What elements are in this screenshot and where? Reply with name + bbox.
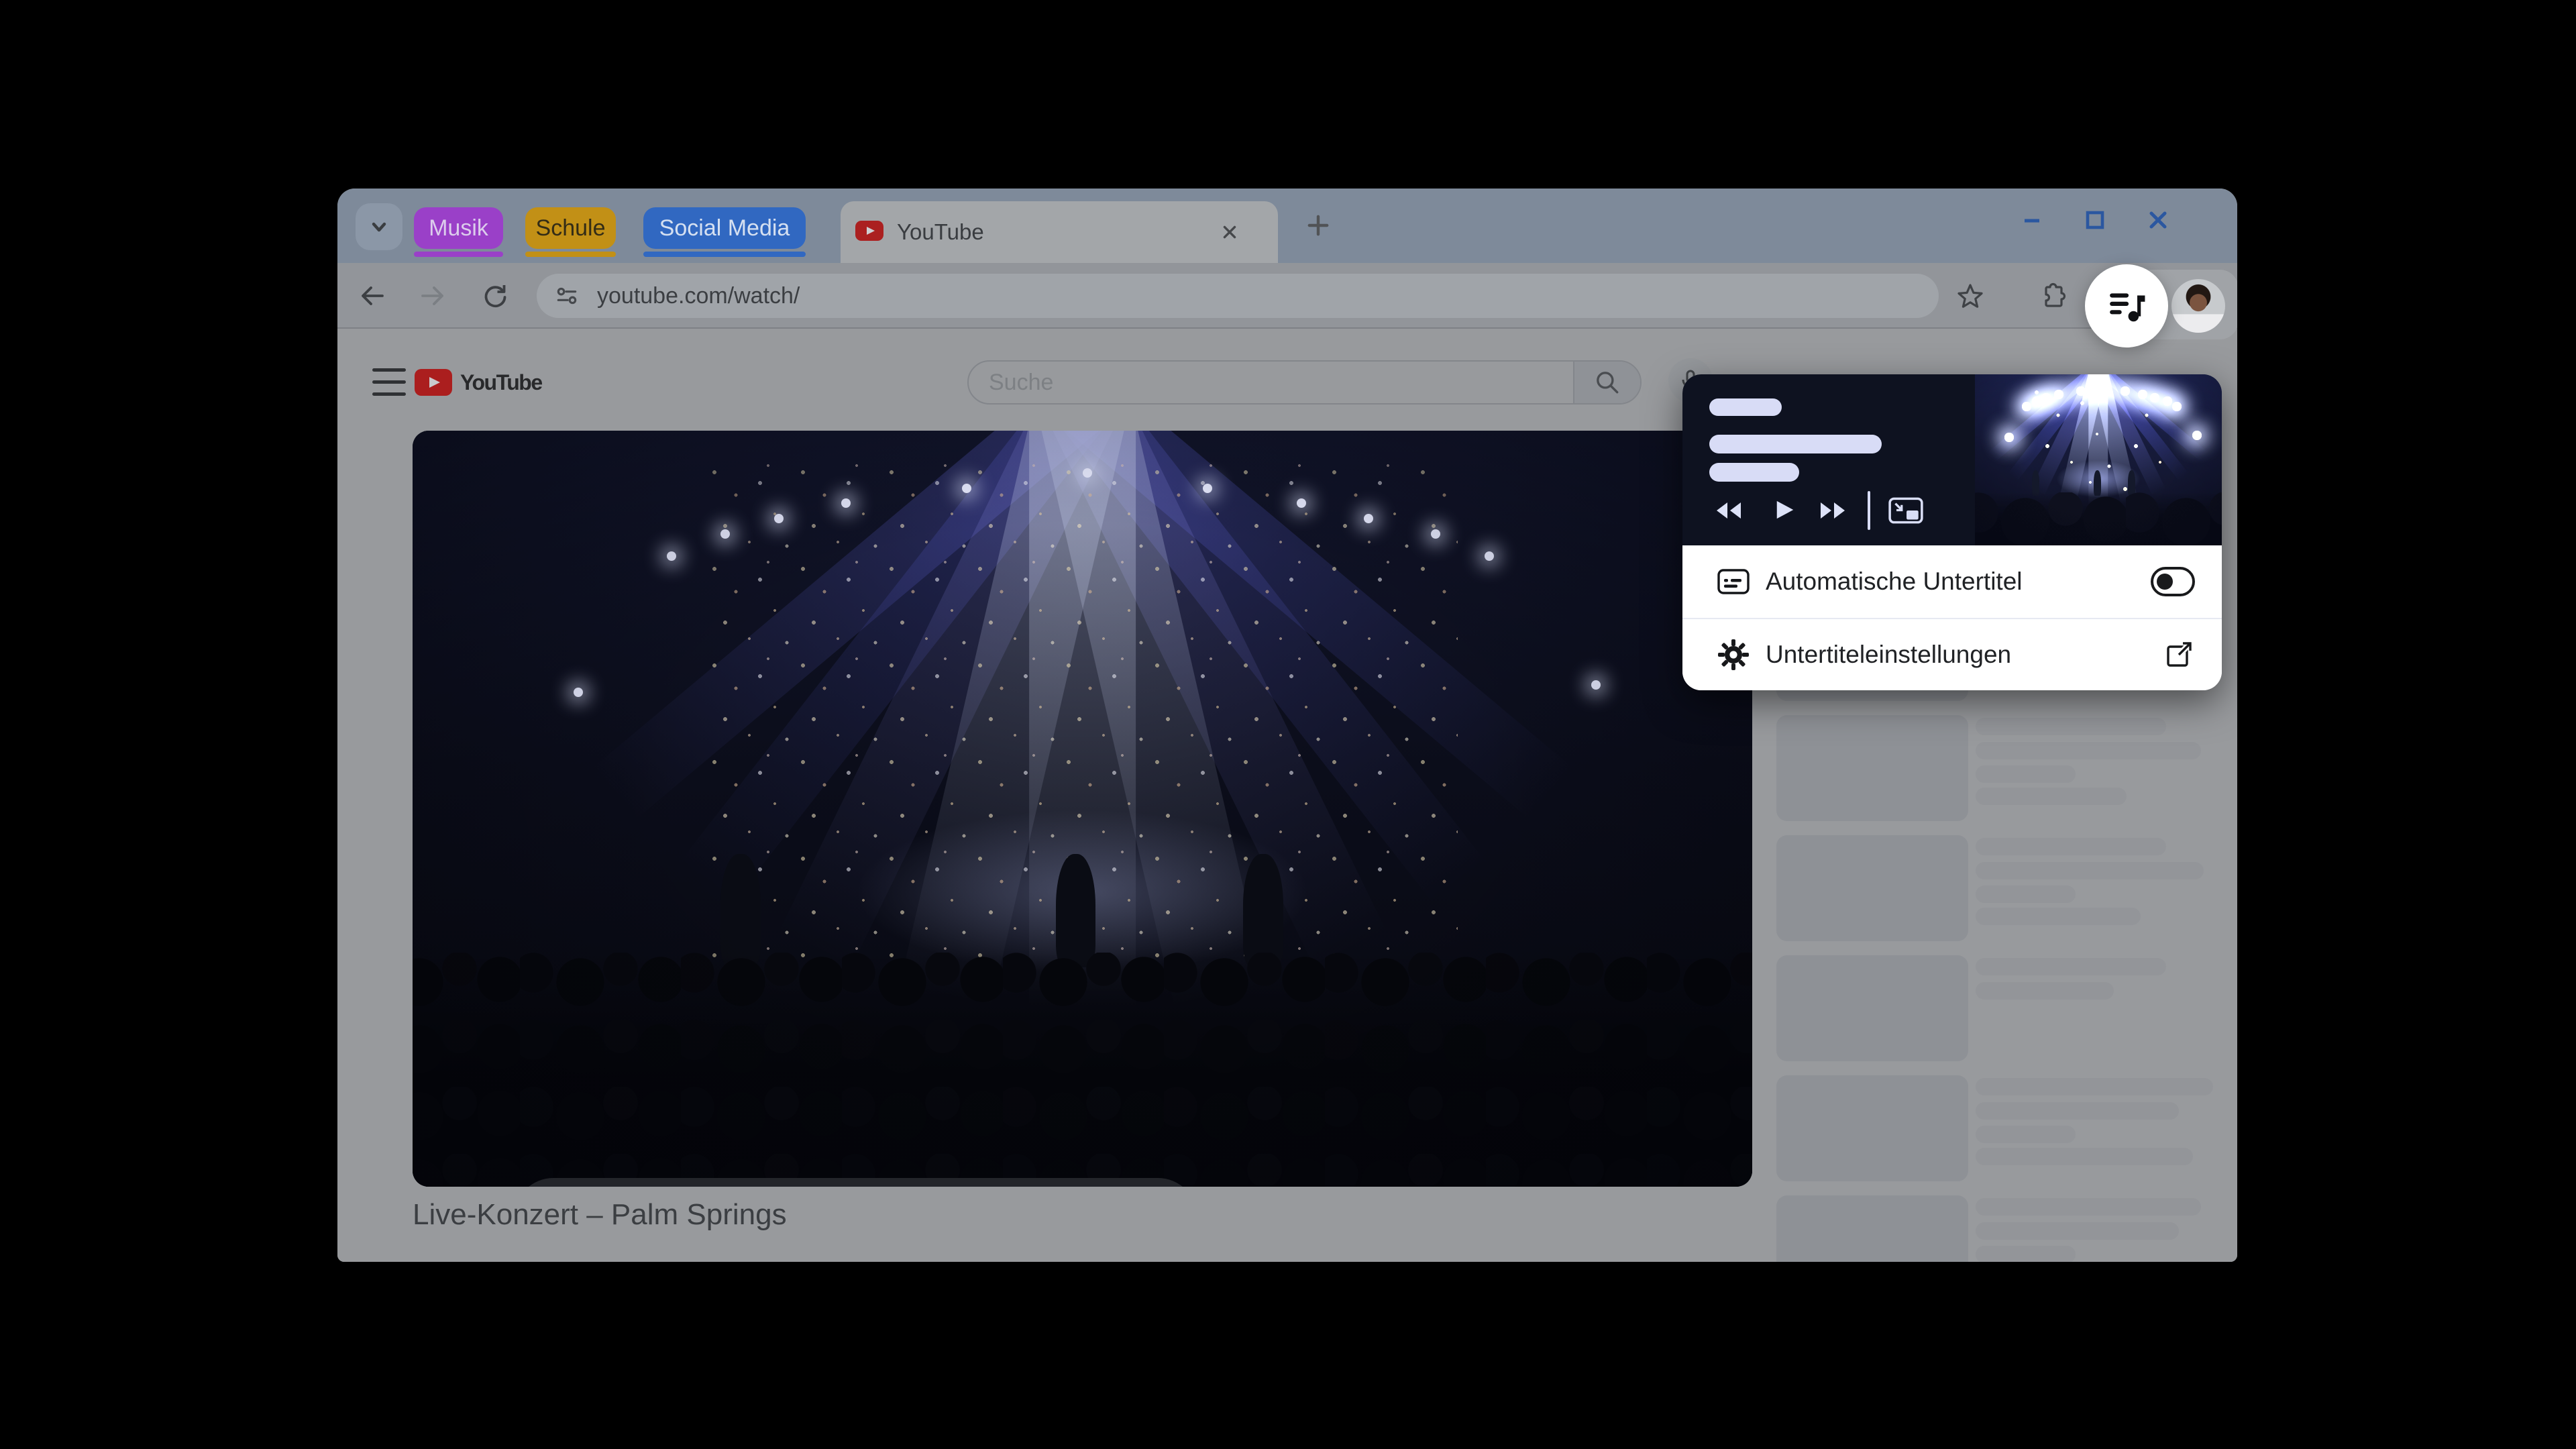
- menu-button[interactable]: [372, 368, 406, 396]
- extensions-button[interactable]: [2036, 281, 2065, 311]
- auto-captions-toggle[interactable]: [2151, 567, 2195, 596]
- skeleton-video-item: [1776, 715, 2237, 826]
- youtube-favicon-icon: [855, 221, 883, 241]
- plus-icon: [1303, 211, 1333, 240]
- media-controls-button[interactable]: [2085, 264, 2168, 347]
- forward-arrow-icon: [418, 281, 447, 311]
- search-input[interactable]: [969, 362, 1566, 403]
- concert-stage-scene: [413, 431, 1752, 1187]
- browser-window: Musik Schule Social Media YouTube: [337, 189, 2237, 1262]
- skeleton-video-item: [1776, 955, 2237, 1067]
- media-queue-music-icon: [2107, 286, 2146, 325]
- url-text: youtube.com/watch/: [597, 283, 800, 309]
- extensions-puzzle-icon: [2036, 281, 2065, 311]
- open-caption-settings[interactable]: [2163, 639, 2195, 671]
- fast-forward-icon: [1819, 500, 1848, 521]
- settings-gear-icon: [1717, 639, 1750, 671]
- bookmark-button[interactable]: [1955, 281, 1985, 311]
- tab-group-underline: [643, 252, 806, 257]
- play-icon: [1774, 498, 1796, 521]
- tab-strip: Musik Schule Social Media YouTube: [337, 189, 2237, 263]
- tab-group-schule[interactable]: Schule: [525, 207, 616, 249]
- auto-captions-row[interactable]: Automatische Untertitel: [1682, 545, 2222, 618]
- tab-group-social-media[interactable]: Social Media: [643, 207, 806, 249]
- minimize-icon: [2019, 207, 2045, 233]
- media-controls-popup: Automatische Untertitel: [1682, 374, 2222, 690]
- back-button[interactable]: [358, 281, 387, 311]
- subtitles-icon: [1717, 568, 1750, 595]
- profile-avatar[interactable]: [2171, 279, 2225, 333]
- skeleton-video-item: [1776, 1195, 2237, 1262]
- tab-group-musik[interactable]: Musik: [414, 207, 503, 249]
- tab-group-underline: [525, 252, 616, 257]
- rewind-button[interactable]: [1713, 500, 1743, 521]
- media-session-card: [1682, 374, 2222, 545]
- row-label: Untertiteleinstellungen: [1766, 641, 2011, 669]
- youtube-play-icon: [415, 369, 452, 396]
- open-in-new-icon: [2163, 639, 2195, 671]
- title-placeholder: [1709, 398, 1782, 416]
- new-tab-button[interactable]: [1297, 204, 1340, 247]
- crowd-silhouette: [413, 953, 1752, 1187]
- text-placeholder: [1709, 463, 1799, 482]
- tab-group-label: Musik: [429, 215, 488, 241]
- concert-stage-scene: [1975, 374, 2222, 545]
- toggle-knob: [2157, 574, 2173, 590]
- site-settings-icon[interactable]: [554, 283, 580, 309]
- picture-in-picture-button[interactable]: [1888, 495, 1924, 526]
- tab-group-label: Schule: [536, 215, 606, 241]
- browser-toolbar: youtube.com/watch/: [337, 263, 2237, 329]
- chevron-down-icon: [367, 215, 391, 239]
- rewind-icon: [1713, 500, 1743, 521]
- play-button[interactable]: [1774, 498, 1796, 521]
- tab-search-button[interactable]: [356, 203, 402, 250]
- maximize-icon: [2082, 207, 2108, 233]
- youtube-search-bar: [967, 360, 1642, 405]
- tab-group-label: Social Media: [659, 215, 790, 241]
- youtube-logo[interactable]: YouTube: [415, 369, 542, 396]
- fast-forward-button[interactable]: [1819, 500, 1848, 521]
- video-player[interactable]: Läuft gerade auf dem Fernseher im Wohnzi…: [413, 431, 1752, 1187]
- tab-close-button[interactable]: [1218, 220, 1242, 244]
- skeleton-video-item: [1776, 835, 2237, 947]
- cast-status-text: Läuft gerade auf dem Fernseher im Wohnzi…: [601, 1186, 1197, 1187]
- tab-group-underline: [414, 252, 503, 257]
- close-icon: [2145, 207, 2171, 233]
- skeleton-video-item: [1776, 1075, 2237, 1187]
- tab-title: YouTube: [897, 201, 984, 263]
- crowd-silhouette: [1975, 492, 2222, 545]
- close-icon: [1218, 221, 1241, 244]
- window-controls: [2019, 198, 2171, 242]
- address-bar[interactable]: youtube.com/watch/: [537, 274, 1939, 318]
- star-icon: [1955, 281, 1985, 311]
- active-tab-youtube[interactable]: YouTube: [841, 201, 1278, 263]
- confetti: [2029, 381, 2167, 494]
- close-window-button[interactable]: [2145, 207, 2171, 233]
- video-title: Live-Konzert – Palm Springs: [413, 1198, 787, 1232]
- desktop-background: Musik Schule Social Media YouTube: [0, 0, 2576, 1449]
- confetti: [707, 461, 1457, 960]
- text-placeholder: [1709, 435, 1882, 453]
- divider: [1868, 491, 1870, 530]
- row-label: Automatische Untertitel: [1766, 568, 2023, 596]
- youtube-wordmark: YouTube: [460, 370, 542, 395]
- reload-icon: [480, 281, 509, 311]
- caption-settings-row[interactable]: Untertiteleinstellungen: [1682, 618, 2222, 690]
- reload-button[interactable]: [480, 281, 509, 311]
- maximize-button[interactable]: [2082, 207, 2108, 233]
- media-thumbnail: [1975, 374, 2222, 545]
- minimize-button[interactable]: [2019, 207, 2045, 233]
- picture-in-picture-icon: [1888, 495, 1924, 526]
- forward-button[interactable]: [418, 281, 447, 311]
- search-icon: [1593, 368, 1621, 396]
- cast-status-banner: Läuft gerade auf dem Fernseher im Wohnzi…: [514, 1178, 1197, 1187]
- back-arrow-icon: [358, 281, 387, 311]
- search-button[interactable]: [1574, 362, 1640, 403]
- video-frame: [413, 431, 1752, 1187]
